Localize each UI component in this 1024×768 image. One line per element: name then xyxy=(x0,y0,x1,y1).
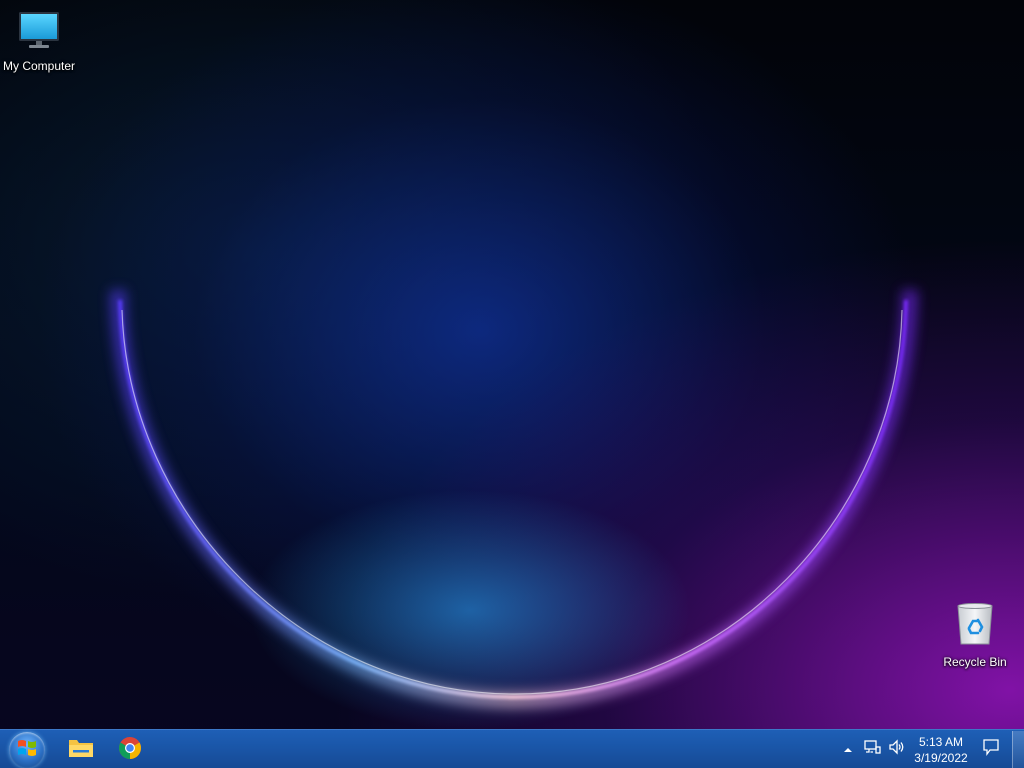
show-desktop-button[interactable] xyxy=(1012,731,1024,768)
network-icon xyxy=(863,738,881,761)
wallpaper-glow-ring xyxy=(110,289,918,709)
recycle-bin-icon xyxy=(955,602,995,651)
tray-action-center-button[interactable] xyxy=(978,730,1004,768)
wallpaper xyxy=(0,0,1024,768)
chrome-icon xyxy=(118,736,142,765)
taskbar-chrome-button[interactable] xyxy=(110,734,150,766)
windows-logo-icon xyxy=(15,736,39,765)
file-explorer-icon xyxy=(68,737,94,764)
taskbar-file-explorer-button[interactable] xyxy=(61,734,101,766)
desktop-icon-recycle-bin[interactable]: Recycle Bin xyxy=(935,602,1015,669)
desktop-icon-label: Recycle Bin xyxy=(943,655,1007,669)
tray-overflow-button[interactable] xyxy=(840,730,856,768)
taskbar: 5:13 AM 3/19/2022 xyxy=(0,729,1024,768)
speaker-icon xyxy=(888,738,906,761)
desktop-icon-label: My Computer xyxy=(2,59,76,73)
tray-network-button[interactable] xyxy=(861,730,883,768)
monitor-icon xyxy=(17,10,61,55)
start-button[interactable] xyxy=(9,732,45,768)
tray-volume-button[interactable] xyxy=(886,730,908,768)
desktop: My Computer Recycle Bin 5:13 AM 3/19/202… xyxy=(0,0,1024,768)
action-center-icon xyxy=(982,738,1000,761)
clock-date: 3/19/2022 xyxy=(914,750,968,765)
clock-time: 5:13 AM xyxy=(918,734,964,749)
tray-clock[interactable]: 5:13 AM 3/19/2022 xyxy=(908,730,974,768)
desktop-icon-my-computer[interactable]: My Computer xyxy=(0,10,79,73)
chevron-up-icon xyxy=(843,741,853,759)
